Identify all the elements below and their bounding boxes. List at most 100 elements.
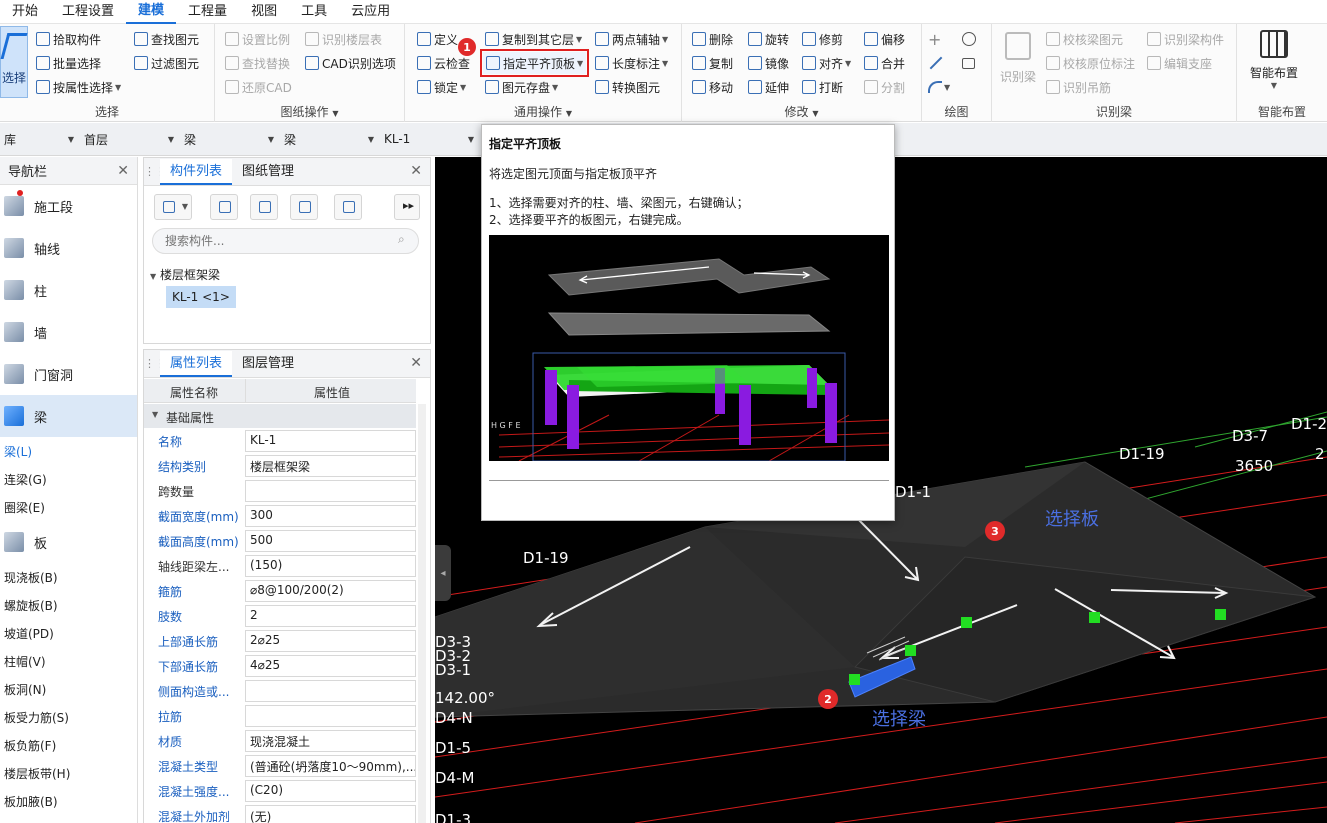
- property-row[interactable]: 上部通长筋 2⌀25: [144, 629, 416, 654]
- property-value[interactable]: 现浇混凝土: [245, 730, 416, 752]
- nav-sub-coupling-beam[interactable]: 连梁(G): [0, 465, 137, 493]
- pick-component-button[interactable]: 拾取构件: [36, 28, 101, 50]
- layer-copy-button[interactable]: [290, 194, 318, 220]
- cloud-check-button[interactable]: 云检查: [417, 52, 470, 74]
- edit-support-button[interactable]: 编辑支座: [1147, 52, 1212, 74]
- property-row[interactable]: 混凝土强度... (C20): [144, 779, 416, 804]
- nav-sub-cast-slab[interactable]: 现浇板(B): [0, 563, 137, 591]
- set-scale-button[interactable]: 设置比例: [225, 28, 290, 50]
- tab-drawing-manage[interactable]: 图纸管理: [232, 159, 304, 185]
- property-row[interactable]: 拉筋: [144, 704, 416, 729]
- menu-tools[interactable]: 工具: [289, 0, 339, 24]
- property-value[interactable]: 4⌀25: [245, 655, 416, 677]
- property-row[interactable]: 下部通长筋 4⌀25: [144, 654, 416, 679]
- align-button[interactable]: 对齐 ▼: [802, 52, 851, 74]
- recognize-floor-button[interactable]: 识别楼层表: [305, 28, 382, 50]
- close-icon[interactable]: ✕: [410, 163, 422, 179]
- property-value[interactable]: (普通砼(坍落度10～90mm),...: [245, 755, 416, 777]
- nav-item-construction-section[interactable]: 施工段: [0, 185, 137, 227]
- nav-sub-beam[interactable]: 梁(L): [0, 437, 137, 465]
- tab-layer-manage[interactable]: 图层管理: [232, 351, 304, 377]
- tree-root[interactable]: ▼ 楼层框架梁: [150, 266, 220, 283]
- cad-options-button[interactable]: CAD识别选项: [305, 52, 396, 74]
- draw-circle-button[interactable]: [962, 28, 976, 50]
- property-row[interactable]: 肢数 2: [144, 604, 416, 629]
- grip-icon[interactable]: ⋮⋮: [144, 159, 166, 185]
- property-section-basic[interactable]: ▼ 基础属性: [144, 404, 416, 428]
- nav-sub-ring-beam[interactable]: 圈梁(E): [0, 493, 137, 521]
- extend-button[interactable]: 延伸: [748, 76, 789, 98]
- check-beam-button[interactable]: 校核梁图元: [1046, 28, 1123, 50]
- property-value[interactable]: (C20): [245, 780, 416, 802]
- nav-sub-slab-haunch[interactable]: 板加腋(B): [0, 787, 137, 815]
- draw-line-button[interactable]: [928, 52, 944, 74]
- property-row[interactable]: 箍筋 ⌀8@100/200(2): [144, 579, 416, 604]
- draw-rect-button[interactable]: [962, 52, 975, 74]
- break-button[interactable]: 打断: [802, 76, 843, 98]
- tree-item-kl1[interactable]: KL-1 <1>: [166, 286, 236, 308]
- check-origin-mark-button[interactable]: 校核原位标注: [1046, 52, 1135, 74]
- property-row[interactable]: 材质 现浇混凝土: [144, 729, 416, 754]
- property-row[interactable]: 名称 KL-1: [144, 429, 416, 454]
- nav-item-door-window[interactable]: 门窗洞: [0, 353, 137, 395]
- nav-sub-spiral-slab[interactable]: 螺旋板(B): [0, 591, 137, 619]
- rotate-button[interactable]: 旋转: [748, 28, 789, 50]
- more-button[interactable]: ▸▸: [394, 194, 420, 220]
- mirror-button[interactable]: 镜像: [748, 52, 789, 74]
- nav-item-beam[interactable]: 梁: [0, 395, 137, 437]
- menu-quantity[interactable]: 工程量: [176, 0, 239, 24]
- split-button[interactable]: 分割: [864, 76, 905, 98]
- select-by-attr-button[interactable]: 按属性选择 ▼: [36, 76, 121, 98]
- property-value[interactable]: ⌀8@100/200(2): [245, 580, 416, 602]
- menu-modeling[interactable]: 建模: [126, 0, 177, 24]
- menu-project-settings[interactable]: 工程设置: [50, 0, 126, 24]
- close-icon[interactable]: ✕: [410, 355, 422, 371]
- property-row[interactable]: 结构类别 楼层框架梁: [144, 454, 416, 479]
- recognize-hanger-button[interactable]: 识别吊筋: [1046, 76, 1111, 98]
- property-value[interactable]: KL-1: [245, 430, 416, 452]
- copy-to-layer-button[interactable]: 复制到其它层 ▼: [485, 28, 582, 50]
- two-point-axis-button[interactable]: 两点辅轴 ▼: [595, 28, 668, 50]
- recognize-beam-member-button[interactable]: 识别梁构件: [1147, 28, 1224, 50]
- copy-component-button[interactable]: [210, 194, 238, 220]
- define-button[interactable]: 定义: [417, 28, 458, 50]
- subcategory-select[interactable]: 梁 ▼: [280, 128, 378, 150]
- property-value[interactable]: [245, 705, 416, 727]
- property-value[interactable]: (无): [245, 805, 416, 823]
- batch-select-button[interactable]: 批量选择: [36, 52, 101, 74]
- new-component-button[interactable]: ▼: [154, 194, 192, 220]
- close-icon[interactable]: ✕: [117, 163, 129, 179]
- find-element-button[interactable]: 查找图元: [134, 28, 199, 50]
- property-value[interactable]: (150): [245, 555, 416, 577]
- nav-sub-column-cap[interactable]: 柱帽(V): [0, 647, 137, 675]
- convert-element-button[interactable]: 转换图元: [595, 76, 660, 98]
- recognize-beam-button[interactable]: 识别梁: [996, 30, 1040, 96]
- restore-cad-button[interactable]: 还原CAD: [225, 76, 292, 98]
- property-row[interactable]: 侧面构造或...: [144, 679, 416, 704]
- floor-select[interactable]: 首层 ▼: [80, 128, 178, 150]
- nav-item-axis[interactable]: 轴线: [0, 227, 137, 269]
- property-value[interactable]: 楼层框架梁: [245, 455, 416, 477]
- menu-cloud[interactable]: 云应用: [339, 0, 402, 24]
- draw-point-button[interactable]: +: [928, 28, 941, 50]
- property-value[interactable]: [245, 680, 416, 702]
- collapse-panel-handle[interactable]: ◂: [435, 545, 451, 601]
- align-top-slab-button[interactable]: 指定平齐顶板 ▼: [479, 49, 590, 77]
- menu-start[interactable]: 开始: [0, 0, 50, 24]
- property-row[interactable]: 跨数量: [144, 479, 416, 504]
- nav-sub-slab-hole[interactable]: 板洞(N): [0, 675, 137, 703]
- delete-component-button[interactable]: [250, 194, 278, 220]
- nav-sub-ramp[interactable]: 坡道(PD): [0, 619, 137, 647]
- property-scrollbar[interactable]: [418, 404, 426, 823]
- property-value[interactable]: [245, 480, 416, 502]
- trim-button[interactable]: 修剪: [802, 28, 843, 50]
- search-input[interactable]: [152, 228, 419, 254]
- move-button[interactable]: 移动: [692, 76, 733, 98]
- category-select[interactable]: 梁 ▼: [180, 128, 278, 150]
- select-button[interactable]: 选择: [0, 26, 28, 98]
- menu-view[interactable]: 视图: [239, 0, 289, 24]
- component-save-button[interactable]: [334, 194, 362, 220]
- property-row[interactable]: 混凝土外加剂 (无): [144, 804, 416, 823]
- smart-layout-button[interactable]: 智能布置 ▼: [1243, 28, 1305, 98]
- property-row[interactable]: 截面高度(mm) 500: [144, 529, 416, 554]
